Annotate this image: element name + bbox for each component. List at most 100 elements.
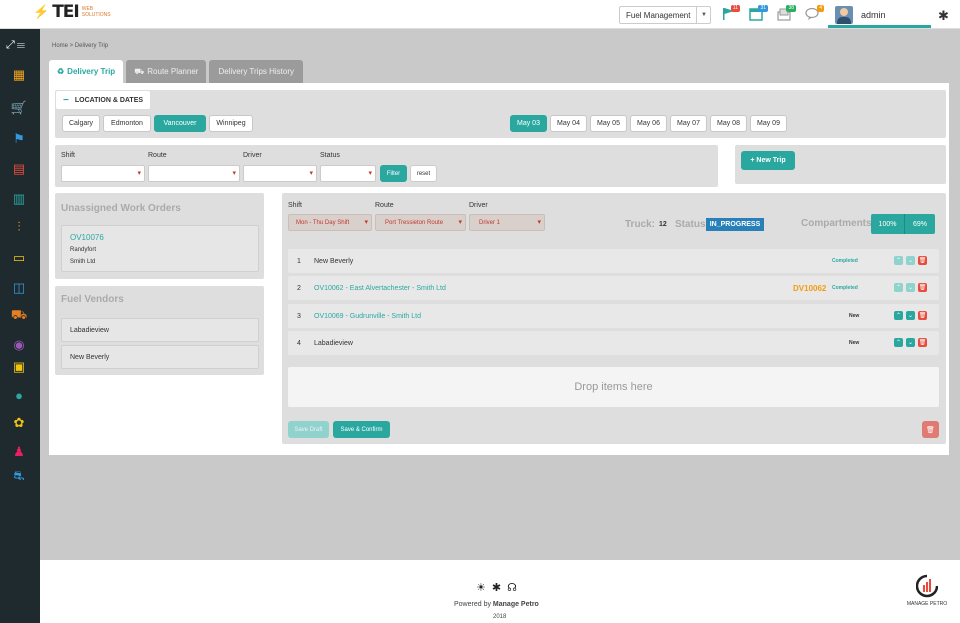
status-badge: IN_PROGRESS	[706, 218, 764, 231]
tab-label: Route Planner	[147, 67, 199, 76]
location-title: LOCATION & DATES	[74, 96, 144, 104]
user-menu[interactable]: admin	[828, 4, 931, 28]
city-winnipeg-button[interactable]: Winnipeg	[209, 115, 253, 132]
move-down-button[interactable]: ⌄	[906, 256, 915, 265]
vendor-item[interactable]: Labadieview	[61, 318, 259, 342]
chat-icon[interactable]: 4	[802, 5, 824, 22]
date-may04-button[interactable]: May 04	[550, 115, 587, 132]
unassigned-title: Unassigned Work Orders	[61, 203, 181, 214]
status-filter-select[interactable]	[320, 165, 376, 182]
delete-button[interactable]: 🗑	[918, 256, 927, 265]
flag-icon[interactable]: 11	[718, 5, 740, 22]
move-down-button[interactable]: ⌄	[906, 311, 915, 320]
manage-petro-logo: MANAGE PETRO	[902, 574, 952, 614]
recycle-icon: ♻	[57, 67, 65, 76]
move-down-button[interactable]: ⌄	[906, 283, 915, 292]
corner-logo-text: MANAGE PETRO	[906, 601, 948, 607]
trip-stop-row[interactable]: 4 Labadieview New	[288, 331, 939, 355]
expand-menu-icon[interactable]: ⤢☰	[6, 39, 27, 52]
truck-icon: ⛟	[134, 66, 145, 76]
date-may08-button[interactable]: May 08	[710, 115, 747, 132]
save-confirm-button[interactable]: Save & Confirm	[333, 421, 390, 438]
compartment-1[interactable]: 100%	[871, 214, 904, 234]
footer-year: 2018	[493, 614, 507, 620]
date-may03-button[interactable]: May 03	[510, 115, 547, 132]
module-select[interactable]: Fuel Management ▼	[619, 6, 712, 24]
trip-stop-row[interactable]: 1 New Beverly Completed	[288, 249, 939, 273]
city-calgary-button[interactable]: Calgary	[62, 115, 100, 132]
cart-icon[interactable]: 🛒	[10, 99, 28, 117]
footer: ☀✱☊ Powered by Manage Petro 2018 MANAGE …	[40, 560, 960, 623]
route-filter-select[interactable]	[148, 165, 240, 182]
new-trip-button[interactable]: + New Trip	[741, 151, 795, 170]
filter-button[interactable]: Filter	[380, 165, 407, 182]
trash-icon[interactable]: 🗑	[922, 421, 939, 438]
trip-stop-row[interactable]: 3 OV10069 - Gudrunville - Smith Ltd New	[288, 304, 939, 328]
inbox-icon[interactable]: 38	[774, 5, 796, 22]
bug-icon[interactable]: ✱	[492, 582, 507, 594]
tab-delivery-trip[interactable]: ♻ Delivery Trip	[49, 60, 124, 83]
user-nav-icon[interactable]: ♟	[10, 443, 28, 461]
move-up-button[interactable]: ⌃	[894, 256, 903, 265]
flag-nav-icon[interactable]: ⚑	[10, 130, 28, 148]
headset-icon[interactable]: ☊	[507, 582, 523, 594]
driver-filter-label: Driver	[243, 152, 262, 159]
work-order-card[interactable]: OV10076 Randyfort Smith Ltd	[61, 225, 259, 272]
sidebar: ⤢☰ ▦ 🛒 ⚑ ▤ ▥ ⫶ ▭ ◫ ⛟ ◉ ▣ ● ✿ ♟ ⛐	[0, 29, 40, 623]
delete-button[interactable]: 🗑	[918, 283, 927, 292]
driver-filter-select[interactable]	[243, 165, 317, 182]
drop-icon[interactable]: ●	[10, 386, 28, 404]
trip-stop-row[interactable]: 2 OV10062 - East Alvertachester - Smith …	[288, 276, 939, 300]
powered-by-brand[interactable]: Manage Petro	[493, 601, 539, 608]
truck-nav-icon[interactable]: ⛟	[10, 307, 28, 325]
route-nav-icon[interactable]: ⛐	[10, 468, 28, 486]
location-header[interactable]: − LOCATION & DATES	[56, 91, 150, 109]
trip-driver-select[interactable]: Driver 1	[469, 214, 545, 231]
move-up-button[interactable]: ⌃	[894, 311, 903, 320]
tab-route-planner[interactable]: ⛟ Route Planner	[126, 60, 207, 83]
delete-button[interactable]: 🗑	[918, 338, 927, 347]
date-may07-button[interactable]: May 07	[670, 115, 707, 132]
document-icon[interactable]: ▤	[10, 160, 28, 178]
gear-icon[interactable]: ✱	[938, 8, 949, 24]
sun-icon[interactable]: ☀	[476, 582, 492, 594]
tab-delivery-trips-history[interactable]: Delivery Trips History	[209, 60, 304, 83]
compartment-2[interactable]: 69%	[904, 214, 935, 234]
save-draft-button[interactable]: Save Draft	[288, 421, 329, 438]
date-may09-button[interactable]: May 09	[750, 115, 787, 132]
truck-label: Truck:	[625, 219, 656, 230]
building-icon[interactable]: ▥	[10, 190, 28, 208]
delete-button[interactable]: 🗑	[918, 311, 927, 320]
stop-status: Completed	[832, 258, 858, 264]
footer-icons: ☀✱☊	[476, 581, 523, 594]
city-vancouver-button[interactable]: Vancouver	[154, 115, 206, 132]
stop-name: New Beverly	[314, 257, 354, 265]
settings-nav-icon[interactable]: ✿	[10, 414, 28, 432]
calendar-icon[interactable]: 31	[746, 5, 768, 22]
reset-button[interactable]: reset	[410, 165, 437, 182]
date-may05-button[interactable]: May 05	[590, 115, 627, 132]
tab-bar: ♻ Delivery Trip ⛟ Route Planner Delivery…	[49, 60, 304, 83]
date-may06-button[interactable]: May 06	[630, 115, 667, 132]
presentation-icon[interactable]: ◫	[10, 279, 28, 297]
trip-shift-select[interactable]: Mon - Thu Day Shift	[288, 214, 372, 231]
shift-filter-select[interactable]	[61, 165, 145, 182]
vendor-item[interactable]: New Beverly	[61, 345, 259, 369]
company-logo[interactable]: ⚡ TEI WEB SOLUTIONS	[33, 2, 112, 22]
card-icon[interactable]: ▭	[10, 249, 28, 267]
stop-link[interactable]: OV10069 - Gudrunville - Smith Ltd	[314, 313, 421, 320]
work-order-location: Randyfort	[70, 247, 97, 253]
city-edmonton-button[interactable]: Edmonton	[103, 115, 151, 132]
drop-zone[interactable]: Drop items here	[288, 367, 939, 407]
work-order-id[interactable]: OV10076	[70, 233, 104, 242]
move-down-button[interactable]: ⌄	[906, 338, 915, 347]
work-order-customer: Smith Ltd	[70, 259, 96, 265]
dashboard-icon[interactable]: ▦	[10, 66, 28, 84]
sliders-icon[interactable]: ⫶	[10, 218, 28, 236]
move-up-button[interactable]: ⌃	[894, 283, 903, 292]
monitor-icon[interactable]: ▣	[10, 358, 28, 376]
trip-route-select[interactable]: Port Tressieton Route	[375, 214, 466, 231]
globe-icon[interactable]: ◉	[10, 336, 28, 354]
stop-link[interactable]: OV10062 - East Alvertachester - Smith Lt…	[314, 285, 446, 292]
move-up-button[interactable]: ⌃	[894, 338, 903, 347]
